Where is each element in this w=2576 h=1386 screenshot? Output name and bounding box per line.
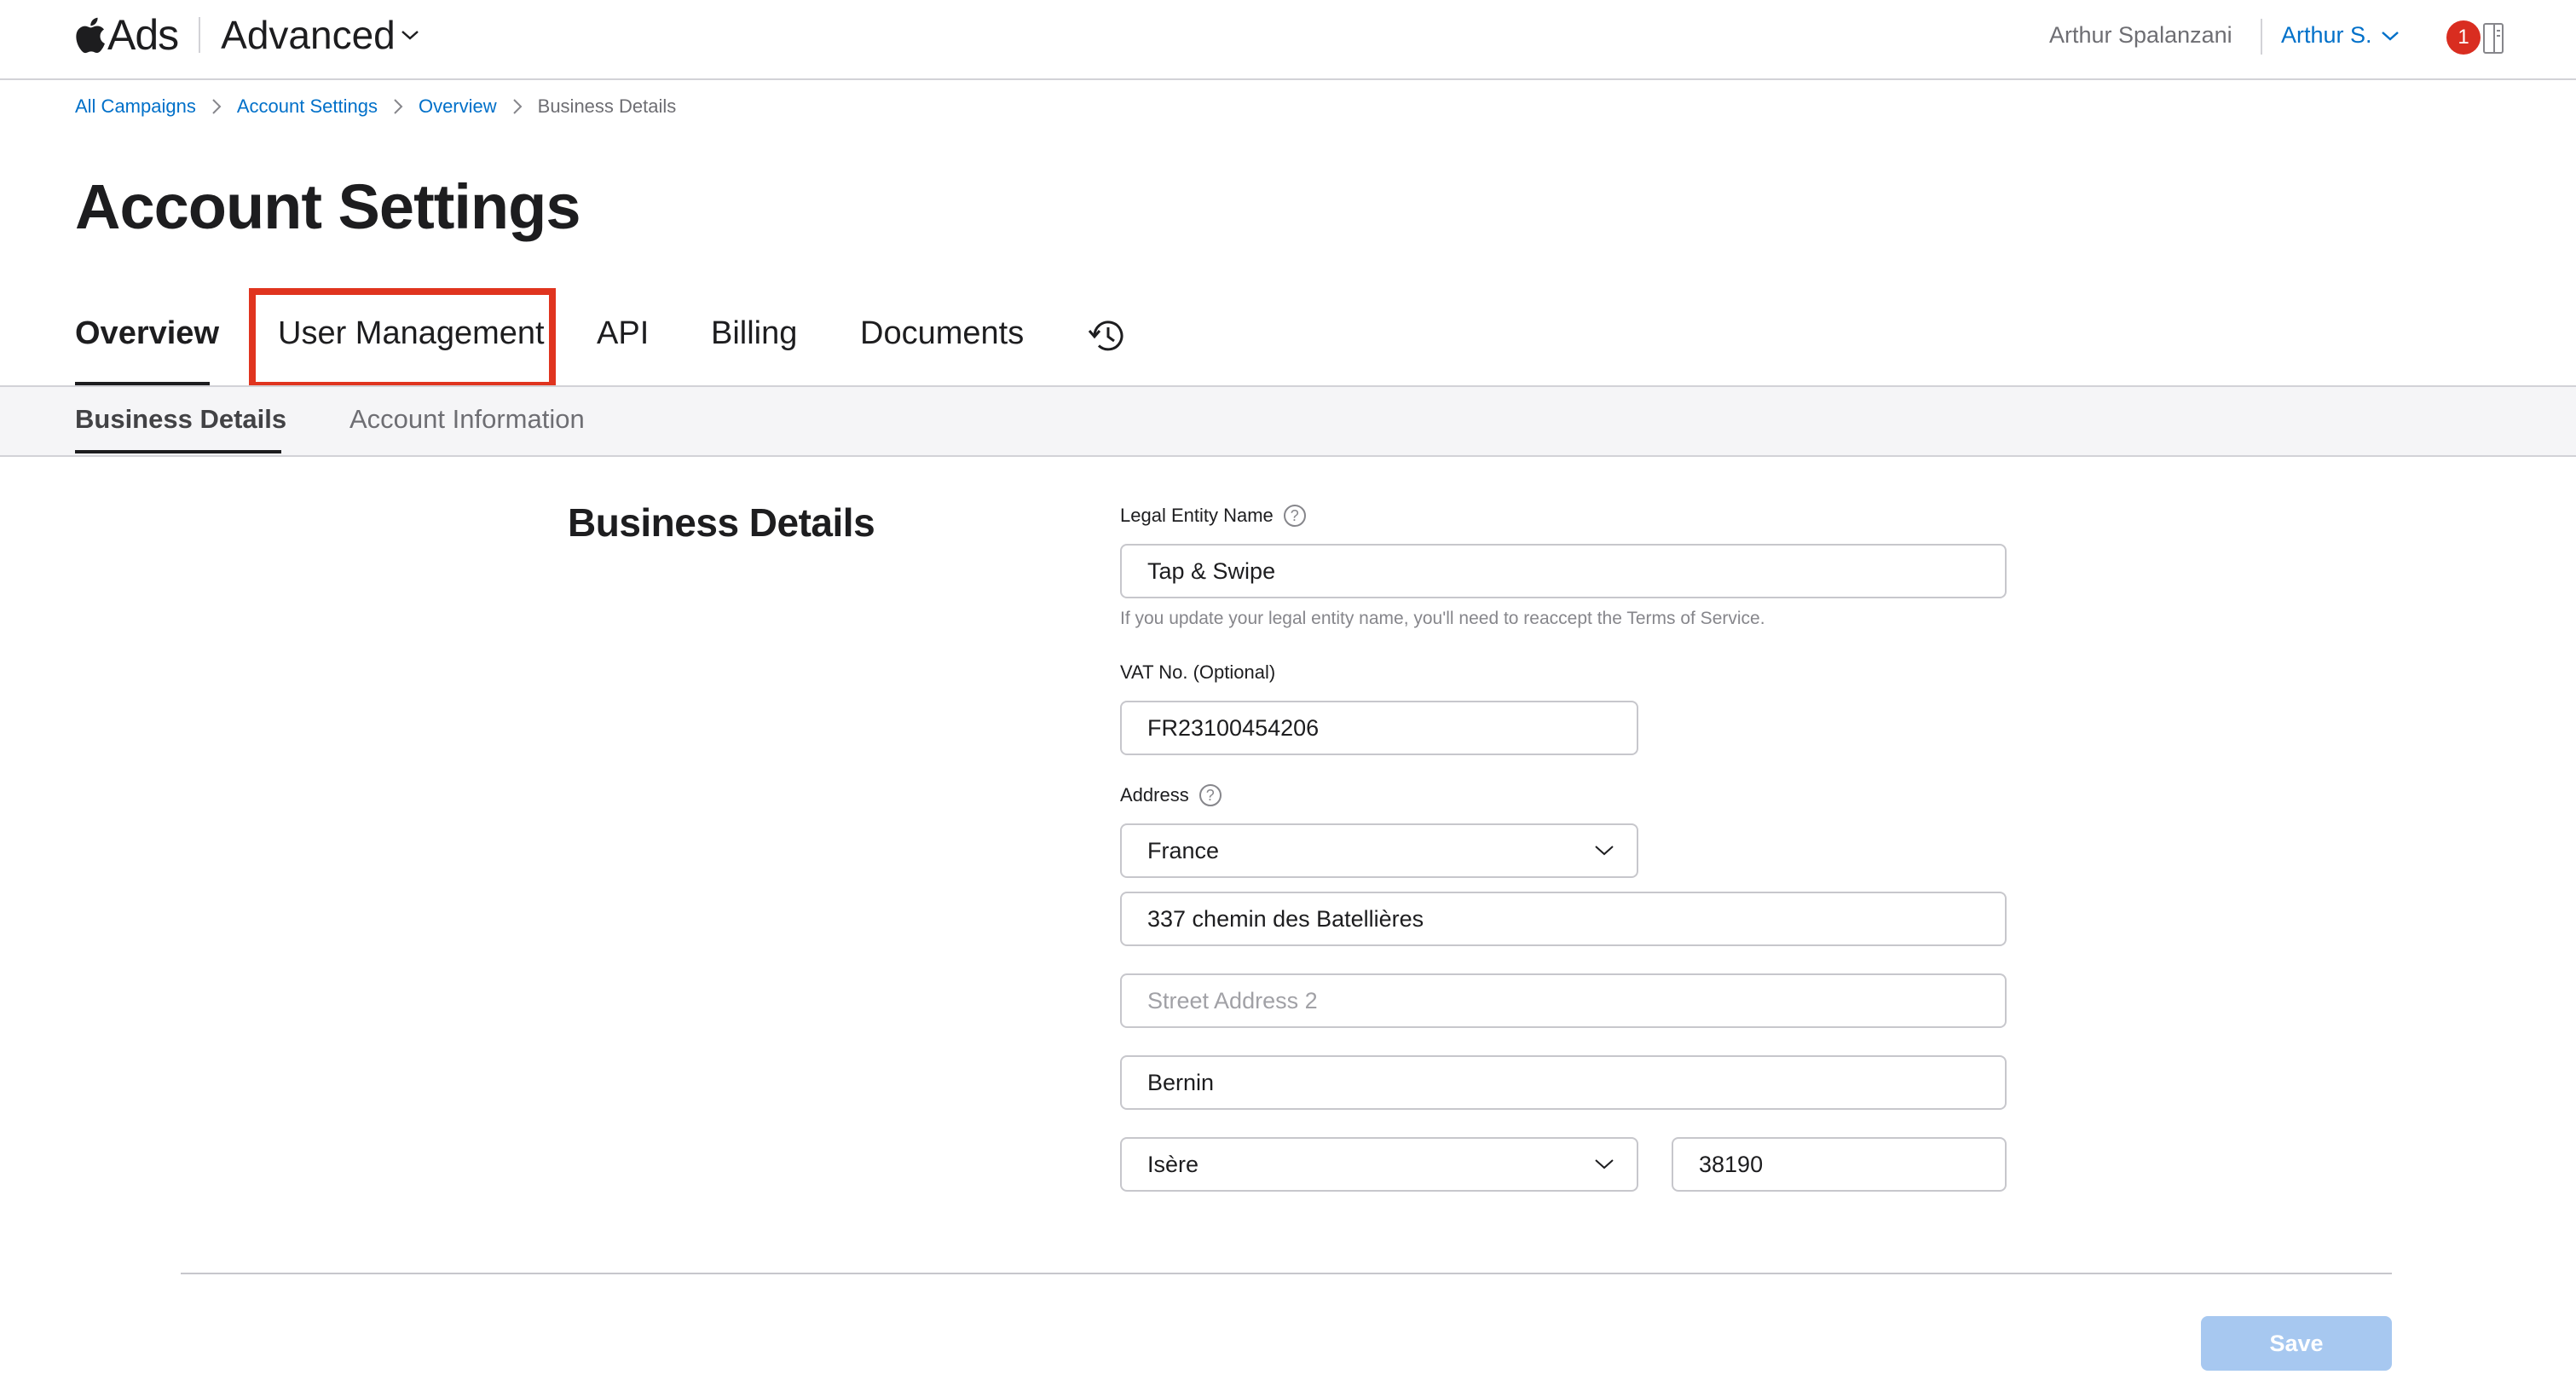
highlight-box <box>249 288 556 389</box>
subtab-account-information[interactable]: Account Information <box>349 404 585 435</box>
panel-icon[interactable] <box>2482 22 2504 55</box>
help-icon[interactable]: ? <box>1198 784 1222 806</box>
app-root: Ads Advanced Arthur Spalanzani Arthur S.… <box>0 0 2576 1386</box>
brand-divider <box>199 17 201 53</box>
chevron-right-icon <box>212 99 222 114</box>
notification-badge[interactable]: 1 <box>2446 20 2481 55</box>
address-label-text: Address <box>1120 784 1189 806</box>
breadcrumb-account-settings[interactable]: Account Settings <box>237 95 378 118</box>
breadcrumb-all-campaigns[interactable]: All Campaigns <box>75 95 196 118</box>
chevron-right-icon <box>512 99 523 114</box>
chevron-down-icon <box>401 31 419 40</box>
chevron-down-icon <box>2381 31 2399 41</box>
vat-input[interactable] <box>1120 701 1638 755</box>
history-icon[interactable] <box>1086 315 1127 356</box>
legal-entity-hint: If you update your legal entity name, yo… <box>1120 609 1765 628</box>
tab-billing[interactable]: Billing <box>711 315 797 352</box>
product-label: Advanced <box>221 13 396 57</box>
vat-label-text: VAT No. (Optional) <box>1120 661 1276 683</box>
user-full-name: Arthur Spalanzani <box>2049 22 2232 48</box>
legal-entity-input[interactable] <box>1120 544 2007 598</box>
address-label: Address ? <box>1120 784 1222 806</box>
subtab-active-indicator <box>75 450 281 453</box>
breadcrumb-business-details: Business Details <box>537 95 677 117</box>
country-select[interactable]: France <box>1120 823 1638 878</box>
footer-divider <box>181 1273 2392 1274</box>
section-title: Business Details <box>568 500 875 545</box>
help-icon[interactable]: ? <box>1283 505 1306 527</box>
legal-entity-label-text: Legal Entity Name <box>1120 505 1274 526</box>
user-divider <box>2261 19 2262 55</box>
product-switcher[interactable]: Advanced <box>221 12 419 58</box>
breadcrumb: All Campaigns Account Settings Overview … <box>75 95 676 118</box>
tab-documents[interactable]: Documents <box>860 315 1024 352</box>
user-menu[interactable]: Arthur S. <box>2281 22 2400 49</box>
chevron-down-icon <box>1595 846 1614 856</box>
subtab-business-details[interactable]: Business Details <box>75 404 286 435</box>
street-address-2-input[interactable] <box>1120 973 2007 1028</box>
tab-overview[interactable]: Overview <box>75 315 219 352</box>
breadcrumb-overview[interactable]: Overview <box>419 95 497 118</box>
brand-name: Ads <box>107 11 179 59</box>
brand[interactable]: Ads Advanced <box>75 10 419 60</box>
page-title: Account Settings <box>75 171 580 242</box>
chevron-down-icon <box>1595 1159 1614 1169</box>
top-header: Ads Advanced Arthur Spalanzani Arthur S.… <box>0 0 2576 80</box>
user-menu-label: Arthur S. <box>2281 22 2372 48</box>
legal-entity-label: Legal Entity Name ? <box>1120 505 1306 527</box>
tab-api[interactable]: API <box>597 315 649 352</box>
street-address-1-input[interactable] <box>1120 892 2007 946</box>
region-select[interactable]: Isère <box>1120 1137 1638 1192</box>
region-value: Isère <box>1147 1151 1199 1177</box>
save-button[interactable]: Save <box>2201 1316 2392 1371</box>
apple-logo-icon <box>76 17 105 54</box>
city-input[interactable] <box>1120 1055 2007 1110</box>
country-value: France <box>1147 837 1220 863</box>
vat-label: VAT No. (Optional) <box>1120 661 1275 684</box>
chevron-right-icon <box>394 99 403 114</box>
postal-code-input[interactable] <box>1672 1137 2007 1192</box>
